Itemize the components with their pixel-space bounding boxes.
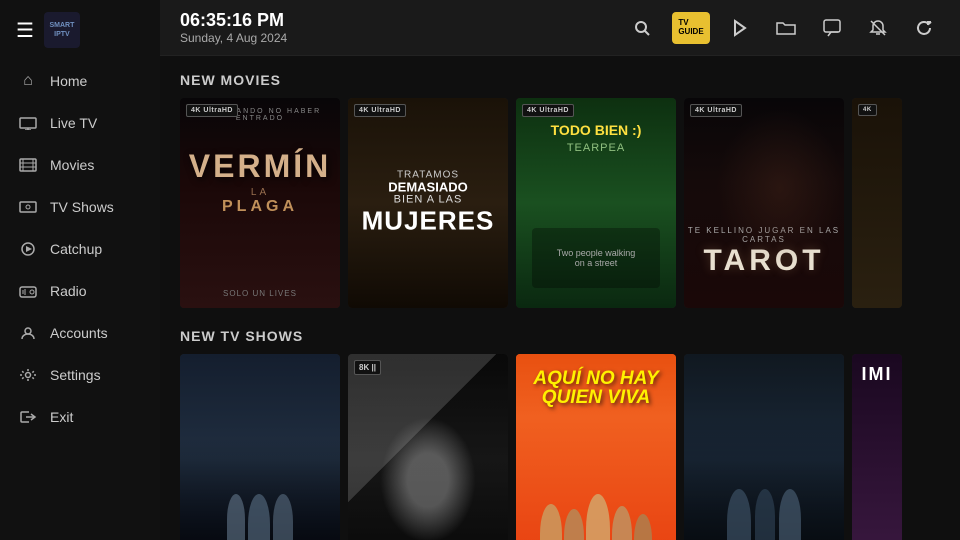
badge-4k: 4K UltraHD bbox=[354, 104, 406, 117]
movie-card-vermin[interactable]: DISPARANDO NO HABER ENTRADO VERMÍN LA PL… bbox=[180, 98, 340, 308]
settings-icon bbox=[18, 365, 38, 385]
menu-icon[interactable]: ☰ bbox=[16, 18, 34, 43]
sidebar-item-livetv[interactable]: Live TV bbox=[0, 102, 160, 144]
new-movies-title: NEW MOVIES bbox=[180, 72, 940, 88]
vermin-subtitle2: PLAGA bbox=[189, 198, 331, 216]
sidebar-item-label: Movies bbox=[50, 157, 94, 173]
sidebar-item-label: Live TV bbox=[50, 115, 97, 131]
sidebar-item-label: Settings bbox=[50, 367, 101, 383]
tv-card-4[interactable] bbox=[684, 354, 844, 540]
badge-4k: 4K bbox=[858, 104, 877, 116]
app-logo: SMARTIPTV bbox=[44, 12, 80, 48]
sidebar-item-accounts[interactable]: Accounts bbox=[0, 312, 160, 354]
tv-card-imi[interactable]: IMI bbox=[852, 354, 902, 540]
tv-card-1[interactable] bbox=[180, 354, 340, 540]
movie-card-tarot[interactable]: TE KELLINO JUGAR EN LAS CARTAS TAROT 4K … bbox=[684, 98, 844, 308]
topbar: 06:35:16 PM Sunday, 4 Aug 2024 TVGUIDE bbox=[160, 0, 960, 56]
livetv-icon bbox=[18, 113, 38, 133]
new-movies-row: DISPARANDO NO HABER ENTRADO VERMÍN LA PL… bbox=[180, 98, 940, 308]
badge-4k: 4K UltraHD bbox=[522, 104, 574, 117]
mujeres-conn: BIEN A LAS bbox=[356, 194, 500, 206]
refresh-button[interactable] bbox=[908, 12, 940, 44]
sidebar-item-movies[interactable]: Movies bbox=[0, 144, 160, 186]
time-block: 06:35:16 PM Sunday, 4 Aug 2024 bbox=[180, 10, 610, 45]
tv-card-aqui[interactable]: AQUÍ NO HAYQUIEN VIVA bbox=[516, 354, 676, 540]
todobien-desc: Two people walkingon a street bbox=[557, 248, 636, 268]
sidebar-item-tvshows[interactable]: TV Shows bbox=[0, 186, 160, 228]
sidebar-item-label: Accounts bbox=[50, 325, 108, 341]
tv-guide-button[interactable]: TVGUIDE bbox=[672, 12, 710, 44]
sidebar-item-label: Home bbox=[50, 73, 87, 89]
sidebar-item-label: TV Shows bbox=[50, 199, 114, 215]
sidebar-item-exit[interactable]: Exit bbox=[0, 396, 160, 438]
sidebar: ☰ SMARTIPTV ⌂ Home Live TV Movies TV Sho… bbox=[0, 0, 160, 540]
topbar-icons: TVGUIDE bbox=[626, 12, 940, 44]
current-date: Sunday, 4 Aug 2024 bbox=[180, 31, 610, 45]
main-content: 06:35:16 PM Sunday, 4 Aug 2024 TVGUIDE bbox=[160, 0, 960, 540]
sidebar-item-label: Catchup bbox=[50, 241, 102, 257]
sidebar-item-home[interactable]: ⌂ Home bbox=[0, 60, 160, 102]
tv-card-2[interactable]: 8K || bbox=[348, 354, 508, 540]
imi-title: IMI bbox=[852, 364, 902, 385]
sidebar-item-settings[interactable]: Settings bbox=[0, 354, 160, 396]
movie-card-mujeres[interactable]: TRATAMOS DEMASIADO BIEN A LAS MUJERES 4K… bbox=[348, 98, 508, 308]
home-icon: ⌂ bbox=[18, 71, 38, 91]
folder-button[interactable] bbox=[770, 12, 802, 44]
mujeres-prefix2: DEMASIADO bbox=[356, 181, 500, 194]
vermin-subtitle1: LA bbox=[189, 187, 331, 198]
vermin-title: VERMÍN bbox=[189, 148, 331, 185]
sidebar-item-catchup[interactable]: Catchup bbox=[0, 228, 160, 270]
accounts-icon bbox=[18, 323, 38, 343]
exit-icon bbox=[18, 407, 38, 427]
content-area: NEW MOVIES DISPARANDO NO HABER ENTRADO V… bbox=[160, 56, 960, 540]
sidebar-header: ☰ SMARTIPTV bbox=[0, 0, 160, 60]
badge-4k: 4K UltraHD bbox=[690, 104, 742, 117]
search-button[interactable] bbox=[626, 12, 658, 44]
bell-mute-button[interactable] bbox=[862, 12, 894, 44]
catchup-icon bbox=[18, 239, 38, 259]
movie-card-5[interactable]: 4K bbox=[852, 98, 902, 308]
radio-icon bbox=[18, 281, 38, 301]
todobien-title: TODO BIEN :) bbox=[524, 123, 668, 138]
movies-icon bbox=[18, 155, 38, 175]
sidebar-item-label: Radio bbox=[50, 283, 87, 299]
aqui-title: AQUÍ NO HAYQUIEN VIVA bbox=[526, 369, 666, 407]
sidebar-item-label: Exit bbox=[50, 409, 73, 425]
chat-button[interactable] bbox=[816, 12, 848, 44]
mujeres-title: MUJERES bbox=[356, 206, 500, 237]
play-button[interactable] bbox=[724, 12, 756, 44]
tvshows-icon bbox=[18, 197, 38, 217]
badge-4k: 4K UltraHD bbox=[186, 104, 238, 117]
new-tvshows-title: NEW TV SHOWS bbox=[180, 328, 940, 344]
vermin-credits: SOLO UN LIVES bbox=[180, 289, 340, 298]
new-tvshows-row: 8K || AQUÍ NO HAYQUIEN VIVA bbox=[180, 354, 940, 540]
current-time: 06:35:16 PM bbox=[180, 10, 610, 31]
todobien-tagline: TEARPEA bbox=[524, 142, 668, 154]
movie-card-todobien[interactable]: TODO BIEN :) TEARPEA Two people walkingo… bbox=[516, 98, 676, 308]
badge-8k: 8K || bbox=[354, 360, 381, 375]
sidebar-item-radio[interactable]: Radio bbox=[0, 270, 160, 312]
